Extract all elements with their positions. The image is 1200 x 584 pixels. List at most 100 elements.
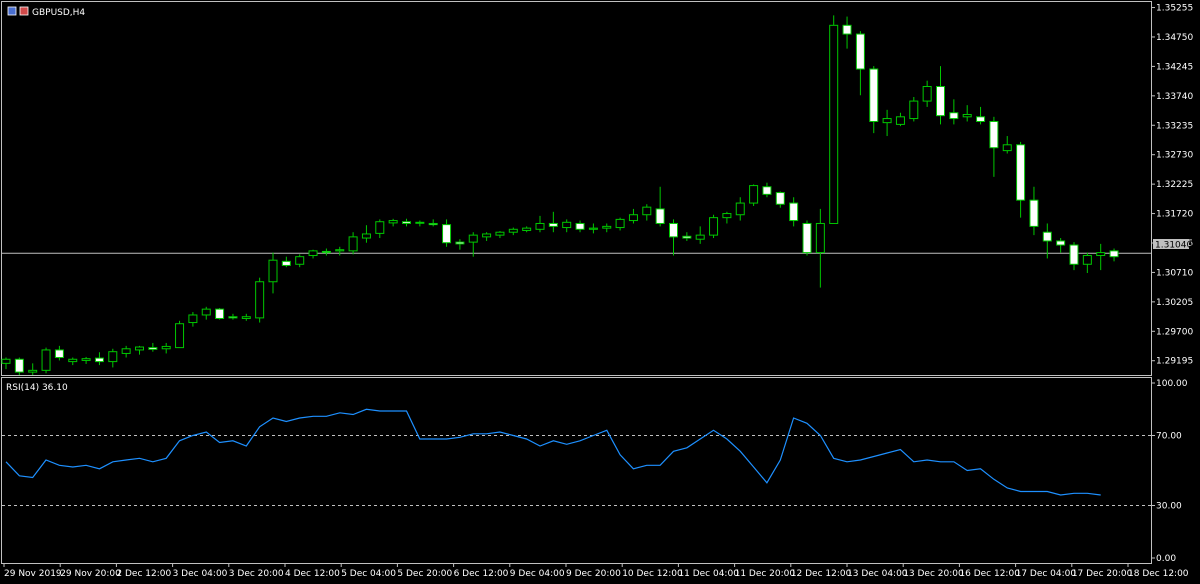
candle-body-bull	[749, 185, 759, 204]
candle	[215, 307, 225, 320]
candle-body-bull	[135, 346, 144, 351]
candle	[869, 66, 879, 134]
candle-body-bull	[535, 222, 545, 230]
candle-body-bull	[81, 358, 91, 361]
candle	[348, 232, 358, 255]
candle-body-bull	[415, 221, 425, 224]
candle	[1096, 243, 1106, 271]
rsi-axis: 100.00 70.00 30.00 0.00	[1151, 379, 1188, 564]
candle	[735, 197, 745, 221]
candle-body-bull	[68, 358, 78, 363]
time-tick-label: 9 Dec 04:00	[510, 569, 565, 579]
candle	[241, 313, 251, 321]
candle-body-bear	[1056, 240, 1066, 246]
candle	[669, 219, 678, 256]
candle-body-bull	[1082, 255, 1092, 265]
rsi-title: RSI(14) 36.10	[6, 383, 68, 393]
candle	[562, 219, 572, 233]
candle	[41, 347, 51, 374]
candle-body-bear	[215, 308, 225, 319]
candle-body-bear	[1109, 250, 1119, 258]
candle-body-bull	[522, 227, 532, 231]
candle	[695, 226, 705, 244]
candle-body-bear	[14, 358, 24, 373]
time-tick-label: 17 Dec 04:00	[1016, 569, 1077, 579]
candle-body-bear	[976, 116, 986, 122]
candle	[108, 348, 118, 368]
candle-body-bull	[709, 217, 719, 236]
candle	[482, 232, 492, 241]
candle-body-bull	[922, 86, 932, 102]
time-tick-label: 4 Dec 12:00	[285, 569, 340, 579]
candle-body-bear	[802, 222, 812, 254]
candle	[936, 66, 945, 125]
price-tick-label: 1.32730	[1156, 151, 1193, 161]
time-tick-label: 13 Dec 20:00	[903, 569, 964, 579]
price-tick-label: 1.34750	[1156, 33, 1193, 43]
candle-body-bull	[161, 345, 171, 350]
candle-body-bear	[1042, 231, 1052, 242]
grid-layer	[2, 252, 1151, 506]
rsi-tick-label: 100.00	[1156, 379, 1188, 389]
candle	[228, 313, 238, 320]
candle	[762, 182, 772, 198]
candle	[749, 184, 759, 206]
time-axis: 29 Nov 201929 Nov 20:002 Dec 12:00 3 Dec …	[3, 563, 1189, 579]
candle-body-bear	[682, 235, 692, 239]
candle	[949, 99, 959, 125]
time-tick-label: 2 Dec 12:00	[116, 569, 171, 579]
symbol-title: GBPUSD,H4	[32, 8, 85, 18]
rsi-line	[5, 408, 1101, 496]
candle-body-bull	[882, 118, 892, 124]
candle-body-bear	[321, 250, 331, 254]
candle-body-bull	[829, 24, 839, 224]
candle	[455, 239, 465, 250]
candle	[495, 231, 505, 239]
chart-canvas: GBPUSD,H4 RSI(14) 36.10 1.35255 1.34750 1.…	[1, 1, 1193, 579]
candle-body-bull	[121, 348, 131, 354]
time-tick-label: 29 Nov 2019	[4, 569, 62, 579]
candle	[54, 345, 64, 361]
candle	[535, 215, 545, 233]
candle-body-bear	[762, 186, 772, 195]
candle	[882, 109, 892, 137]
time-tick-label: 18 Dec 12:00	[1128, 569, 1189, 579]
candle	[1069, 242, 1079, 271]
candle-body-bear	[1069, 244, 1079, 265]
time-tick-label: 5 Dec 04:00	[341, 569, 396, 579]
candle	[922, 80, 932, 107]
time-tick-label: 9 Dec 20:00	[566, 569, 621, 579]
time-tick-label: 17 Dec 20:00	[1072, 569, 1133, 579]
candle-body-bear	[442, 224, 452, 244]
time-tick-label: 5 Dec 20:00	[397, 569, 452, 579]
candle	[775, 191, 785, 208]
candle	[1056, 238, 1066, 253]
candle	[175, 320, 185, 349]
candle-body-bull	[388, 220, 398, 224]
candle	[1016, 141, 1026, 218]
candle	[94, 352, 104, 366]
candle-body-bull	[241, 316, 251, 319]
rsi-layer	[5, 408, 1101, 496]
candle	[709, 214, 719, 239]
candle-body-bull	[588, 227, 598, 230]
candle	[121, 345, 131, 358]
candle	[201, 306, 211, 320]
candle-body-bull	[468, 234, 478, 243]
rsi-tick-label: 0.00	[1156, 554, 1176, 564]
candle	[308, 249, 318, 259]
price-tick-label: 1.30710	[1156, 268, 1193, 278]
chart-window: GBPUSD,H4 RSI(14) 36.10 1.35255 1.34750 1.…	[0, 0, 1200, 584]
candle-body-bear	[936, 86, 945, 117]
candle	[68, 357, 78, 366]
candle	[188, 312, 198, 327]
price-tick-label: 1.35255	[1156, 4, 1193, 14]
rsi-pane-frame	[1, 377, 1152, 564]
price-tick-label: 1.30205	[1156, 298, 1193, 308]
candle-body-bear	[869, 68, 879, 122]
price-tick-label: 1.32225	[1156, 180, 1193, 190]
candle	[895, 112, 905, 127]
candle	[548, 211, 558, 233]
candle-body-bull	[188, 314, 198, 324]
candle-body-bear	[455, 241, 465, 245]
